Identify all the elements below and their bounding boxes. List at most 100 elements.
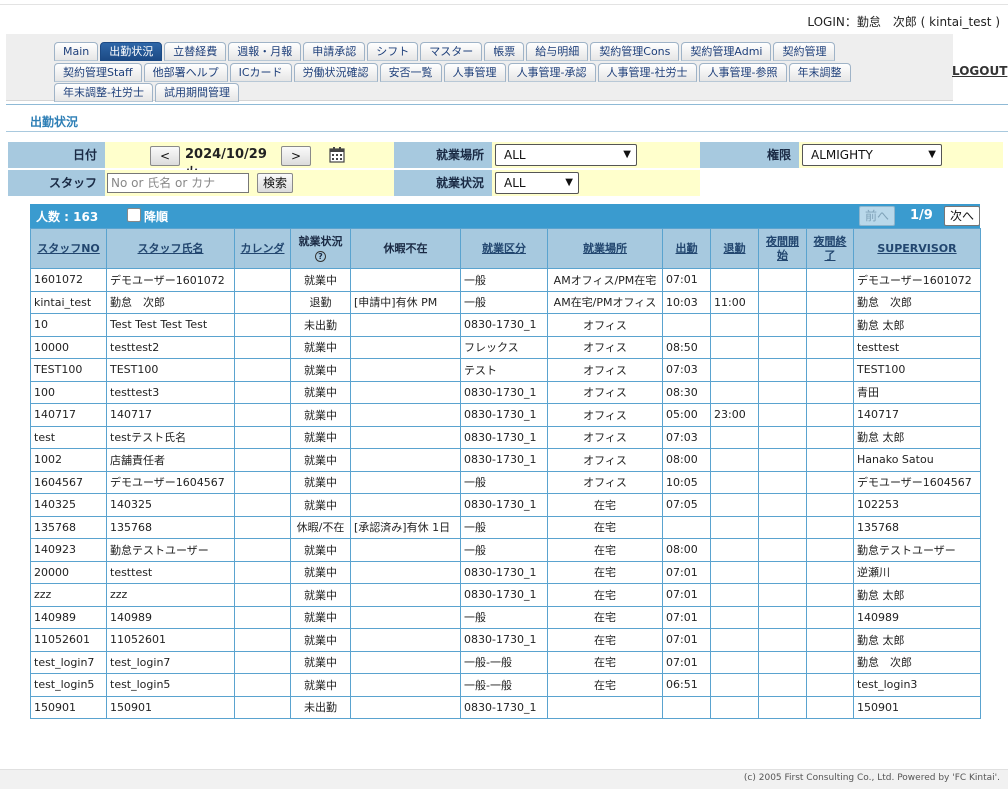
table-cell: 一般-一般 (460, 650, 548, 674)
help-icon[interactable]: ? (315, 250, 326, 262)
descending-checkbox[interactable] (127, 208, 141, 222)
calendar-icon[interactable] (329, 146, 345, 163)
table-cell: 10000 (30, 335, 107, 359)
col-clock-out[interactable]: 退勤 (710, 228, 759, 269)
menu-tab[interactable]: シフト (367, 42, 419, 61)
table-cell (234, 695, 291, 719)
table-cell: 140923 (30, 538, 107, 562)
prev-page-button[interactable]: 前へ (859, 206, 895, 226)
table-cell: 150901 (853, 695, 981, 719)
menu-tab[interactable]: 人事管理-社労士 (597, 63, 697, 82)
col-work-type[interactable]: 就業区分 (460, 228, 548, 269)
table-cell (234, 313, 291, 337)
table-row[interactable]: 1601072 デモユーザー1601072 就業中 一般 AMオフィス/PM在宅 07:0… (30, 268, 981, 292)
table-cell: テスト (460, 358, 548, 382)
table-cell (234, 628, 291, 652)
table-cell: 就業中 (290, 538, 351, 562)
table-cell: フレックス (460, 335, 548, 359)
menu-tab[interactable]: 契約管理 (773, 42, 836, 61)
table-cell (350, 560, 461, 584)
table-header-bar: 人数 : 163 降順 前へ 1/9 次へ (30, 204, 980, 228)
table-row[interactable]: test testテスト氏名 就業中 0830-1730_1 オフィス 07:03 勤怠 太… (30, 425, 981, 449)
table-row[interactable]: 10 Test Test Test Test 未出勤 0830-1730_1 オフィス 勤… (30, 313, 981, 337)
col-night-end[interactable]: 夜間終了 (806, 228, 854, 269)
col-supervisor[interactable]: SUPERVISOR (853, 228, 981, 269)
logout-link[interactable]: LOGOUT (952, 64, 1007, 78)
menu-tab[interactable]: 給与明細 (526, 42, 589, 61)
table-cell: 06:51 (662, 673, 711, 697)
table-cell (350, 628, 461, 652)
menu-tab[interactable]: 年末調整 (788, 63, 851, 82)
menu-tab[interactable]: 他部署ヘルプ (143, 63, 228, 82)
col-staff-name[interactable]: スタッフ氏名 (106, 228, 235, 269)
table-row[interactable]: 1604567 デモユーザー1604567 就業中 一般 オフィス 10:05 デモユーザー… (30, 470, 981, 494)
table-cell (758, 695, 807, 719)
menu-tab[interactable]: Main (54, 42, 99, 61)
menu-tab[interactable]: 契約管理Staff (54, 63, 142, 82)
table-cell: 在宅 (547, 515, 663, 539)
table-row[interactable]: test_login7 test_login7 就業中 一般-一般 在宅 07:01 勤怠 … (30, 650, 981, 674)
table-cell: 0830-1730_1 (460, 493, 548, 517)
table-row[interactable]: 10000 testtest2 就業中 フレックス オフィス 08:50 testtest (30, 335, 981, 359)
search-button[interactable]: 検索 (257, 173, 293, 193)
table-row[interactable]: 1002 店舗責任者 就業中 0830-1730_1 オフィス 08:00 Hanako S… (30, 448, 981, 472)
table-row[interactable]: test_login5 test_login5 就業中 一般-一般 在宅 06:51 tes… (30, 673, 981, 697)
menu-tab[interactable]: 労働状況確認 (293, 63, 378, 82)
menu-tab[interactable]: 帳票 (484, 42, 525, 61)
table-cell: 140325 (30, 493, 107, 517)
table-row[interactable]: 20000 testtest 就業中 0830-1730_1 在宅 07:01 逆瀬川 (30, 560, 981, 584)
table-row[interactable]: 11052601 11052601 就業中 0830-1730_1 在宅 07:01 勤怠 … (30, 628, 981, 652)
table-row[interactable]: zzz zzz 就業中 0830-1730_1 在宅 07:01 勤怠 太郎 (30, 583, 981, 607)
col-staff-no[interactable]: スタッフNO (30, 228, 107, 269)
menu-tab[interactable]: 契約管理Admi (681, 42, 772, 61)
table-cell (758, 313, 807, 337)
menu-row-3: 年末調整-社労士 試用期間管理 (54, 83, 241, 102)
table-cell: 1002 (30, 448, 107, 472)
table-row[interactable]: 150901 150901 未出勤 0830-1730_1 150901 (30, 695, 981, 719)
table-row[interactable]: 140923 勤怠テストユーザー 就業中 一般 在宅 08:00 勤怠テストユーザー (30, 538, 981, 562)
table-row[interactable]: 140717 140717 就業中 0830-1730_1 オフィス 05:00 23:00… (30, 403, 981, 427)
table-cell: 就業中 (290, 583, 351, 607)
table-cell: Test Test Test Test (106, 313, 235, 337)
table-row[interactable]: 140325 140325 就業中 0830-1730_1 在宅 07:05 102253 (30, 493, 981, 517)
menu-tab[interactable]: 契約管理Cons (590, 42, 680, 61)
table-cell (350, 403, 461, 427)
table-row[interactable]: TEST100 TEST100 就業中 テスト オフィス 07:03 TEST100 (30, 358, 981, 382)
table-cell (806, 313, 854, 337)
authority-select[interactable]: ALMIGHTY ▼ (802, 144, 942, 166)
table-row[interactable]: 100 testtest3 就業中 0830-1730_1 オフィス 08:30 青田 (30, 380, 981, 404)
prev-date-button[interactable]: < (150, 146, 180, 166)
menu-tab[interactable]: 人事管理 (443, 63, 506, 82)
menu-tab[interactable]: 申請承認 (303, 42, 366, 61)
menu-tab[interactable]: 安否一覧 (379, 63, 442, 82)
col-calendar[interactable]: カレンダ (234, 228, 291, 269)
next-page-button[interactable]: 次へ (944, 206, 980, 226)
table-cell (758, 380, 807, 404)
menu-tab[interactable]: 出勤状況 (100, 42, 163, 61)
col-clock-in[interactable]: 出勤 (662, 228, 711, 269)
menu-tab[interactable]: 試用期間管理 (154, 83, 239, 102)
table-cell: 在宅 (547, 560, 663, 584)
menu-tab[interactable]: マスター (420, 42, 483, 61)
table-row[interactable]: 140989 140989 就業中 一般 在宅 07:01 140989 (30, 605, 981, 629)
table-cell: 07:03 (662, 425, 711, 449)
staff-search-input[interactable]: No or 氏名 or カナ (107, 173, 249, 193)
menu-tab[interactable]: 人事管理-承認 (507, 63, 596, 82)
col-night-start[interactable]: 夜間開始 (758, 228, 807, 269)
workplace-select[interactable]: ALL ▼ (495, 144, 637, 166)
menu-tab[interactable]: 週報・月報 (228, 42, 302, 61)
table-cell: AMオフィス/PM在宅 (547, 268, 663, 292)
menu-tab[interactable]: ICカード (229, 63, 292, 82)
menu-tab[interactable]: 年末調整-社労士 (54, 83, 153, 102)
table-body: 1601072 デモユーザー1601072 就業中 一般 AMオフィス/PM在宅 07:0… (30, 268, 981, 719)
next-date-button[interactable]: > (281, 146, 311, 166)
table-cell (234, 583, 291, 607)
table-cell (710, 493, 759, 517)
status-select[interactable]: ALL ▼ (495, 172, 579, 194)
menu-tab[interactable]: 立替経費 (164, 42, 227, 61)
col-workplace[interactable]: 就業場所 (547, 228, 663, 269)
menu-tab[interactable]: 人事管理-参照 (698, 63, 787, 82)
table-row[interactable]: 135768 135768 休暇/不在 [承認済み]有休 1日 一般 在宅 135768 (30, 515, 981, 539)
table-cell: 一般 (460, 515, 548, 539)
table-row[interactable]: kintai_test 勤怠 次郎 退勤 [申請中]有休 PM 一般 AM在宅/PMオフィ… (30, 290, 981, 314)
